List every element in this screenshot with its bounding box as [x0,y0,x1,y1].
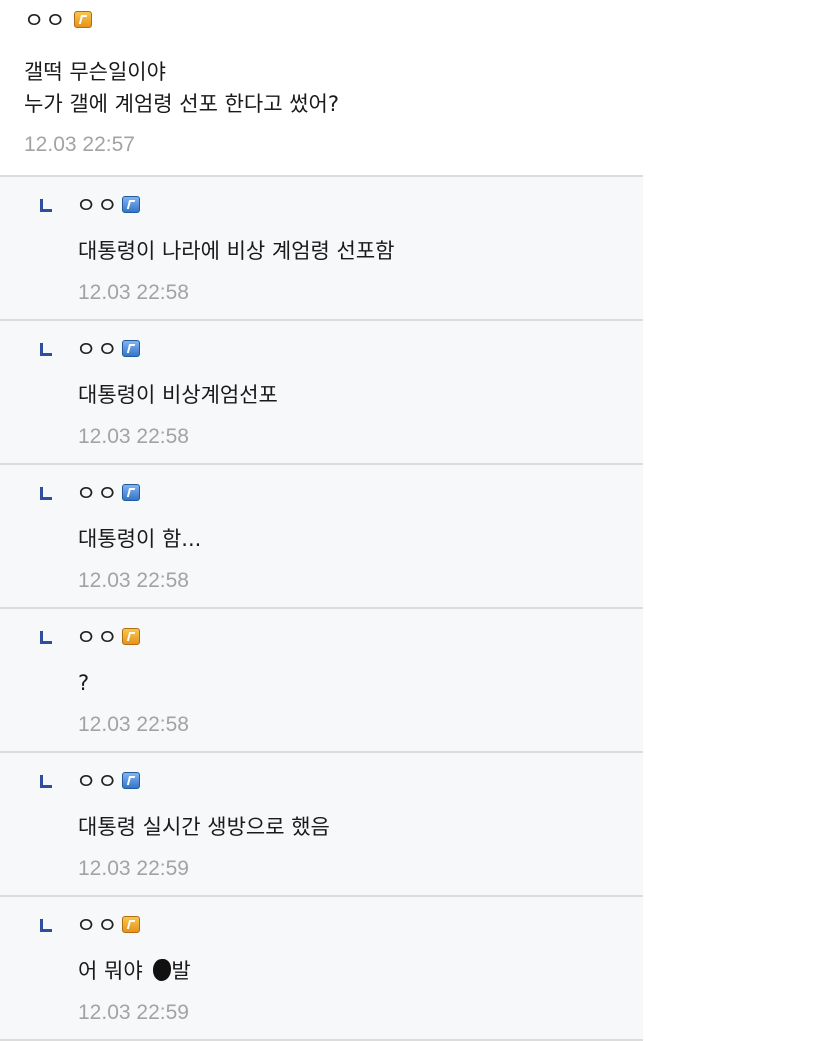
comment-line: 갤떡 무슨일이야 [24,60,166,84]
reply-author[interactable]: ㅇㅇ [40,335,141,367]
reply-text: ? [78,671,90,695]
comment-line: 누가 갤에 계엄령 선포 한다고 썼어? [24,92,340,116]
reply-timestamp: 12.03 22:59 [78,857,189,880]
reply-corner-icon [40,918,52,932]
main-comment: ㅇㅇ 갤떡 무슨일이야 누가 갤에 계엄령 선포 한다고 썼어? 12.03 2… [0,0,643,177]
reply-timestamp: 12.03 22:58 [78,713,189,736]
reply-text: 대통령이 함... [78,527,202,551]
comment-timestamp: 12.03 22:57 [24,133,135,156]
reply-timestamp: 12.03 22:59 [78,1001,189,1024]
reply-text: 대통령 실시간 생방으로 했음 [78,815,330,839]
reply-author[interactable]: ㅇㅇ [40,767,141,799]
reply-item: ㅇㅇ 대통령이 함... 12.03 22:58 [0,465,643,609]
author-nickname[interactable]: ㅇㅇ [76,196,118,218]
reply-author[interactable]: ㅇㅇ [40,191,141,223]
reply-text: 어 뭐야 발 [78,955,191,987]
reply-item: ㅇㅇ 어 뭐야 발 12.03 22:59 [0,897,643,1041]
reply-corner-icon [40,774,52,788]
gallery-member-badge-icon [122,195,141,213]
gallery-member-badge-icon [122,771,141,789]
censor-blot [153,959,172,981]
reply-timestamp: 12.03 22:58 [78,425,189,448]
reply-item: ㅇㅇ 대통령이 나라에 비상 계엄령 선포함 12.03 22:58 [0,177,643,321]
author-nickname[interactable]: ㅇㅇ [76,340,118,362]
reply-corner-icon [40,342,52,356]
reply-text: 대통령이 비상계엄선포 [78,383,278,407]
reply-corner-icon [40,486,52,500]
reply-author[interactable]: ㅇㅇ [40,623,141,655]
gallery-member-badge-icon [122,915,141,933]
reply-item: ㅇㅇ ? 12.03 22:58 [0,609,643,753]
author-nickname[interactable]: ㅇㅇ [76,772,118,794]
comment-text: 갤떡 무슨일이야 누가 갤에 계엄령 선포 한다고 썼어? [24,56,339,120]
reply-item: ㅇㅇ 대통령 실시간 생방으로 했음 12.03 22:59 [0,753,643,897]
author-nickname[interactable]: ㅇㅇ [76,628,118,650]
reply-timestamp: 12.03 22:58 [78,569,189,592]
gallery-member-badge-icon [122,483,141,501]
reply-author[interactable]: ㅇㅇ [40,479,141,511]
author-nickname[interactable]: ㅇㅇ [24,11,66,33]
comment-thread: ㅇㅇ 갤떡 무슨일이야 누가 갤에 계엄령 선포 한다고 썼어? 12.03 2… [0,0,643,1041]
gallery-member-badge-icon [74,10,93,28]
reply-item: ㅇㅇ 대통령이 비상계엄선포 12.03 22:58 [0,321,643,465]
reply-text-before-censor: 어 뭐야 [78,959,143,983]
reply-text-after-censor: 발 [171,959,191,983]
author-nickname[interactable]: ㅇㅇ [76,916,118,938]
gallery-member-badge-icon [122,339,141,357]
gallery-member-badge-icon [122,627,141,645]
comment-author[interactable]: ㅇㅇ [24,6,93,38]
reply-corner-icon [40,198,52,212]
reply-corner-icon [40,630,52,644]
reply-text: 대통령이 나라에 비상 계엄령 선포함 [78,239,395,263]
reply-timestamp: 12.03 22:58 [78,281,189,304]
author-nickname[interactable]: ㅇㅇ [76,484,118,506]
reply-author[interactable]: ㅇㅇ [40,911,141,943]
